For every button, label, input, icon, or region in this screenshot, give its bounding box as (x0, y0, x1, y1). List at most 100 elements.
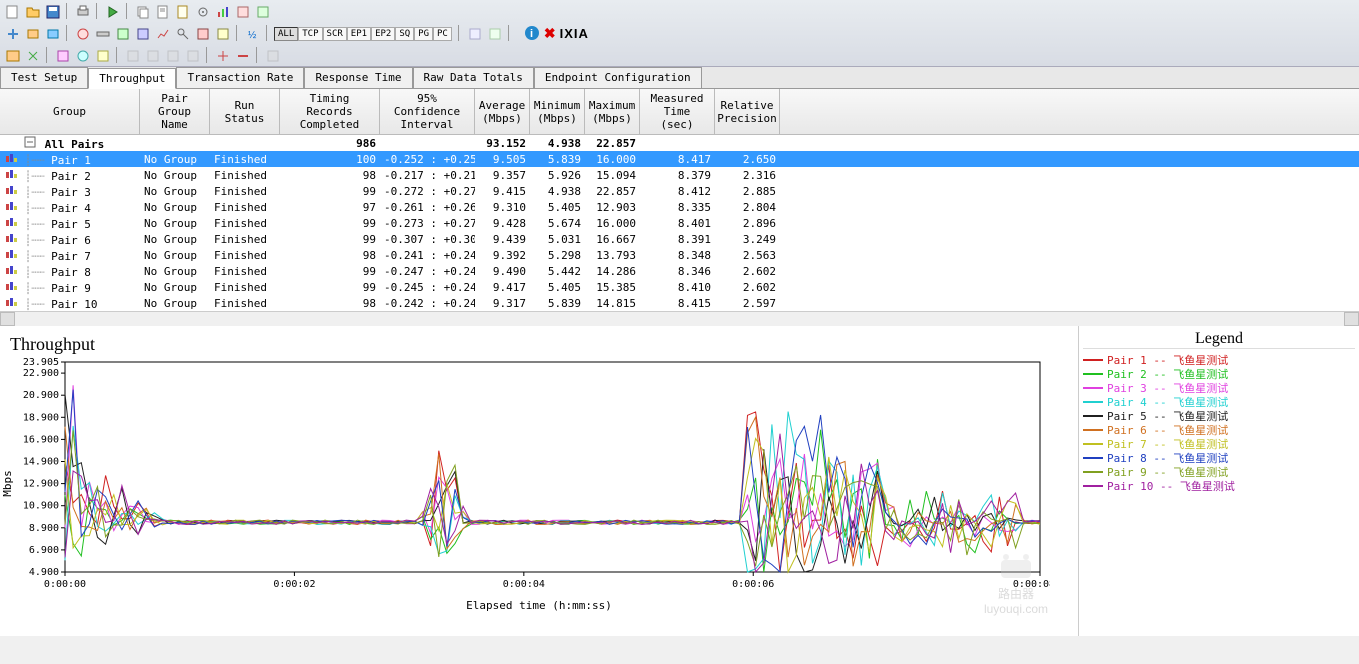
filter-button-pg[interactable]: PG (414, 27, 433, 41)
chart-icon[interactable] (214, 3, 230, 19)
col-header[interactable]: Minimum (Mbps) (530, 89, 585, 134)
tab-transaction-rate[interactable]: Transaction Rate (176, 67, 304, 88)
config-icon[interactable] (194, 3, 210, 19)
table-row[interactable]: ┊┈┈ Pair 2No GroupFinished98-0.217 : +0.… (0, 167, 1359, 183)
col-header[interactable]: Measured Time (sec) (640, 89, 715, 134)
legend-item[interactable]: Pair 4 -- 飞鱼星测试 (1083, 395, 1355, 409)
t2-icon-3[interactable] (44, 25, 60, 41)
t3-icon-1[interactable] (4, 47, 20, 63)
tab-response-time[interactable]: Response Time (304, 67, 412, 88)
horizontal-scrollbar[interactable] (0, 311, 1359, 326)
misc1-icon[interactable] (234, 3, 250, 19)
table-row[interactable]: ┊┈┈ Pair 1No GroupFinished100-0.252 : +0… (0, 151, 1359, 167)
t3-icon-11[interactable] (234, 47, 250, 63)
svg-text:0:00:00: 0:00:00 (44, 579, 86, 590)
scroll-track[interactable] (15, 312, 1344, 326)
grid-header: GroupPair Group NameRun StatusTiming Rec… (0, 89, 1359, 135)
legend-item[interactable]: Pair 5 -- 飞鱼星测试 (1083, 409, 1355, 423)
legend-item[interactable]: Pair 3 -- 飞鱼星测试 (1083, 381, 1355, 395)
misc2-icon[interactable] (254, 3, 270, 19)
filter-button-sq[interactable]: SQ (395, 27, 414, 41)
table-row[interactable]: ┊┈┈ Pair 9No GroupFinished99-0.245 : +0.… (0, 279, 1359, 295)
doc-icon[interactable] (154, 3, 170, 19)
col-header[interactable]: Pair Group Name (140, 89, 210, 134)
legend-item[interactable]: Pair 10 -- 飞鱼星测试 (1083, 479, 1355, 493)
t2-icon-1[interactable] (4, 25, 20, 41)
y-axis-label: Mbps (1, 470, 14, 497)
run-icon[interactable] (104, 3, 120, 19)
tab-endpoint-configuration[interactable]: Endpoint Configuration (534, 67, 702, 88)
print-icon[interactable] (74, 3, 90, 19)
new-icon[interactable] (4, 3, 20, 19)
t3-icon-6[interactable] (124, 47, 140, 63)
table-row[interactable]: ┊┈┈ Pair 8No GroupFinished99-0.247 : +0.… (0, 263, 1359, 279)
toolbar-area: ½ ALLTCPSCREP1EP2SQPGPC i ✖ IXIA (0, 0, 1359, 67)
watermark: 路由器 luyouqi.com (984, 552, 1048, 616)
filter-button-scr[interactable]: SCR (323, 27, 347, 41)
col-header[interactable]: Maximum (Mbps) (585, 89, 640, 134)
t3-icon-5[interactable] (94, 47, 110, 63)
filter-button-ep1[interactable]: EP1 (347, 27, 371, 41)
t2-icon-5[interactable] (94, 25, 110, 41)
t2-icon-2[interactable] (24, 25, 40, 41)
summary-row[interactable]: All Pairs98693.1524.93822.857 (0, 135, 1359, 151)
t2-icon-4[interactable] (74, 25, 90, 41)
t2-icon-12[interactable]: ½ (244, 25, 260, 41)
col-header[interactable]: Timing Records Completed (280, 89, 380, 134)
table-row[interactable]: ┊┈┈ Pair 5No GroupFinished99-0.273 : +0.… (0, 215, 1359, 231)
filter-button-all[interactable]: ALL (274, 27, 298, 41)
t3-icon-7[interactable] (144, 47, 160, 63)
tab-throughput[interactable]: Throughput (88, 68, 176, 89)
tab-test-setup[interactable]: Test Setup (0, 67, 88, 88)
t2-icon-6[interactable] (114, 25, 130, 41)
doc2-icon[interactable] (174, 3, 190, 19)
t3-icon-10[interactable] (214, 47, 230, 63)
legend-item[interactable]: Pair 6 -- 飞鱼星测试 (1083, 423, 1355, 437)
tab-raw-data-totals[interactable]: Raw Data Totals (413, 67, 534, 88)
table-row[interactable]: ┊┈┈ Pair 10No GroupFinished98-0.242 : +0… (0, 295, 1359, 311)
t2-icon-8[interactable] (154, 25, 170, 41)
t3-icon-2[interactable] (24, 47, 40, 63)
t3-icon-12[interactable] (264, 47, 280, 63)
t2-icon-end1[interactable] (466, 25, 482, 41)
table-row[interactable]: ┊┈┈ Pair 4No GroupFinished97-0.261 : +0.… (0, 199, 1359, 215)
t2-icon-end2[interactable] (486, 25, 502, 41)
legend-item[interactable]: Pair 1 -- 飞鱼星测试 (1083, 353, 1355, 367)
t3-icon-4[interactable] (74, 47, 90, 63)
results-grid: GroupPair Group NameRun StatusTiming Rec… (0, 89, 1359, 311)
col-header[interactable]: Run Status (210, 89, 280, 134)
legend-item[interactable]: Pair 8 -- 飞鱼星测试 (1083, 451, 1355, 465)
filter-button-tcp[interactable]: TCP (298, 27, 322, 41)
t2-icon-10[interactable] (194, 25, 210, 41)
svg-text:i: i (530, 28, 533, 40)
col-header[interactable]: Average (Mbps) (475, 89, 530, 134)
legend-item[interactable]: Pair 9 -- 飞鱼星测试 (1083, 465, 1355, 479)
col-header[interactable]: Relative Precision (715, 89, 780, 134)
table-row[interactable]: ┊┈┈ Pair 7No GroupFinished98-0.241 : +0.… (0, 247, 1359, 263)
table-row[interactable]: ┊┈┈ Pair 3No GroupFinished99-0.272 : +0.… (0, 183, 1359, 199)
open-icon[interactable] (24, 3, 40, 19)
legend-item[interactable]: Pair 2 -- 飞鱼星测试 (1083, 367, 1355, 381)
t3-icon-8[interactable] (164, 47, 180, 63)
legend-item[interactable]: Pair 7 -- 飞鱼星测试 (1083, 437, 1355, 451)
save-icon[interactable] (44, 3, 60, 19)
t2-icon-9[interactable] (174, 25, 190, 41)
scroll-left-arrow[interactable] (0, 312, 15, 326)
col-header[interactable]: Group (0, 89, 140, 134)
filter-button-ep2[interactable]: EP2 (371, 27, 395, 41)
toolbar-sep (116, 47, 118, 63)
copy-icon[interactable] (134, 3, 150, 19)
scroll-right-arrow[interactable] (1344, 312, 1359, 326)
t3-icon-3[interactable] (54, 47, 70, 63)
t2-icon-7[interactable] (134, 25, 150, 41)
col-header[interactable]: 95% Confidence Interval (380, 89, 475, 134)
toolbar-sep (66, 25, 68, 41)
t3-icon-9[interactable] (184, 47, 200, 63)
filter-button-pc[interactable]: PC (433, 27, 452, 41)
info-icon: i (524, 25, 540, 41)
table-row[interactable]: ┊┈┈ Pair 6No GroupFinished99-0.307 : +0.… (0, 231, 1359, 247)
chart-canvas[interactable]: 4.9006.9008.90010.90012.90014.90016.9001… (10, 357, 1050, 597)
svg-text:½: ½ (248, 30, 257, 41)
svg-text:0:00:06: 0:00:06 (732, 579, 774, 590)
t2-icon-11[interactable] (214, 25, 230, 41)
